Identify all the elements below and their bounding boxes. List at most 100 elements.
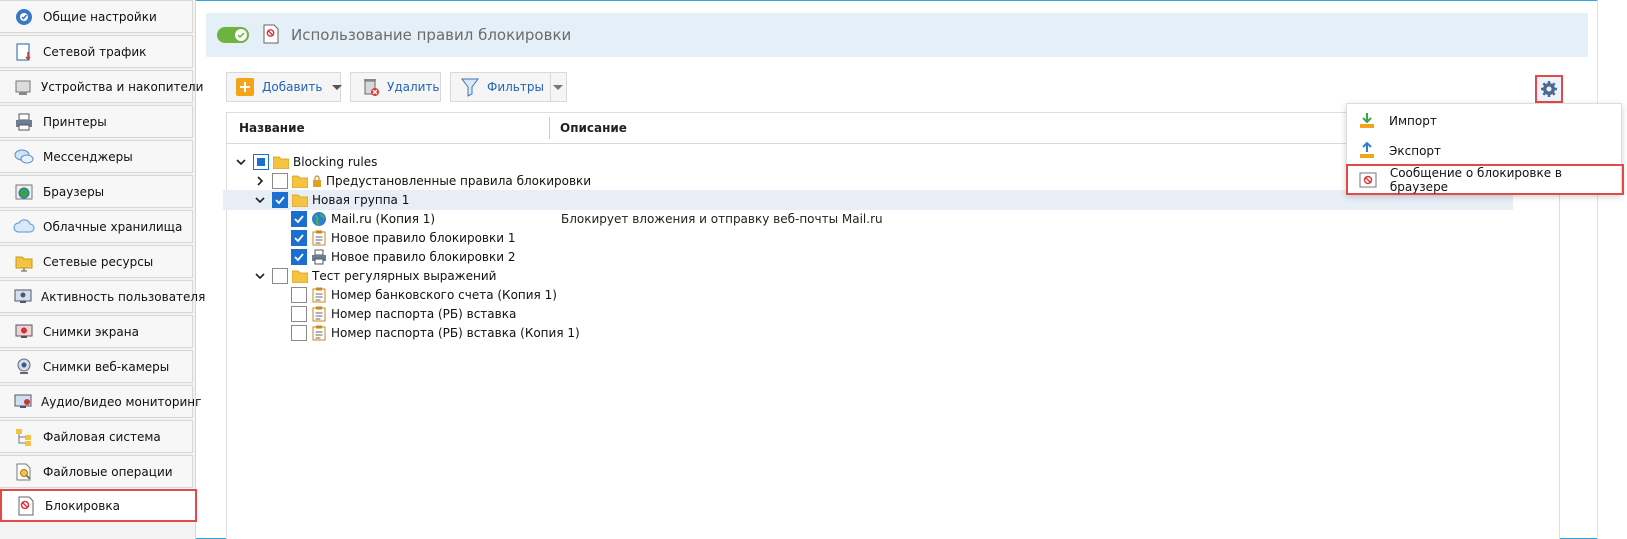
sidebar-item-browsers[interactable]: Браузеры [0, 175, 193, 208]
row-checkbox[interactable] [291, 325, 307, 341]
block-document-icon [15, 495, 37, 517]
block-message-icon [1358, 170, 1378, 190]
enable-toggle[interactable] [217, 27, 249, 43]
row-name: Номер паспорта (РБ) вставка (Копия 1) [331, 326, 580, 340]
row-checkbox[interactable] [291, 211, 307, 227]
sidebar-item-label: Снимки экрана [43, 324, 139, 339]
column-divider[interactable] [549, 117, 550, 139]
file-tree-icon [13, 426, 35, 448]
tree-row[interactable]: Mail.ru (Копия 1) Блокирует вложения и о… [227, 209, 1559, 229]
usb-device-icon [13, 76, 33, 98]
settings-menu: Импорт Экспорт Сообщение о блокировке в … [1346, 103, 1624, 195]
menu-item-label: Импорт [1389, 114, 1437, 128]
clipboard-icon [311, 306, 327, 322]
menu-item-export[interactable]: Экспорт [1347, 136, 1623, 166]
chevron-right-icon[interactable] [254, 175, 266, 187]
folder-icon [292, 173, 308, 189]
sidebar-item-screenshots[interactable]: Снимки экрана [0, 315, 193, 348]
settings-icon [13, 6, 35, 28]
tree-row[interactable]: Тест регулярных выражений [227, 266, 1559, 286]
folder-icon [292, 192, 308, 208]
network-traffic-icon [13, 41, 35, 63]
sidebar-item-user-activity[interactable]: Активность пользователя [0, 280, 205, 313]
row-name: Новое правило блокировки 2 [331, 250, 516, 264]
tree-row[interactable]: Новое правило блокировки 1 [227, 228, 1559, 248]
right-panel-edge [1597, 0, 1627, 539]
export-icon [1357, 141, 1377, 161]
globe-icon [311, 211, 327, 227]
import-icon [1357, 111, 1377, 131]
chevron-down-icon[interactable] [235, 156, 247, 168]
row-name: Номер банковского счета (Копия 1) [331, 288, 557, 302]
row-name: Новая группа 1 [312, 193, 410, 207]
trash-icon [361, 77, 381, 97]
row-checkbox[interactable] [291, 230, 307, 246]
filters-dropdown[interactable] [549, 73, 566, 101]
sidebar-item-av-monitoring[interactable]: Аудио/видео мониторинг [0, 385, 201, 418]
chevron-down-icon[interactable] [254, 194, 266, 206]
sidebar-item-file-operations[interactable]: Файловые операции [0, 455, 193, 488]
row-checkbox[interactable] [272, 173, 288, 189]
menu-item-import[interactable]: Импорт [1347, 106, 1623, 136]
sidebar-item-webcam[interactable]: Снимки веб-камеры [0, 350, 193, 383]
lock-icon [312, 173, 322, 189]
page-title: Использование правил блокировки [291, 26, 572, 44]
sidebar-item-printers[interactable]: Принтеры [0, 105, 193, 138]
row-name: Новое правило блокировки 1 [331, 231, 516, 245]
tree-row[interactable]: Новая группа 1 [223, 190, 1513, 210]
tree-row[interactable]: Новое правило блокировки 2 [227, 247, 1559, 267]
sidebar-item-file-system[interactable]: Файловая система [0, 420, 193, 453]
row-checkbox[interactable] [291, 249, 307, 265]
menu-item-label: Сообщение о блокировке в браузере [1389, 165, 1562, 194]
tree-row[interactable]: Номер банковского счета (Копия 1) [227, 285, 1559, 305]
settings-gear-button[interactable] [1535, 75, 1563, 103]
filter-funnel-icon [461, 77, 479, 97]
sidebar-item-label: Браузеры [43, 184, 105, 199]
sidebar-item-network-traffic[interactable]: Сетевой трафик [0, 35, 193, 68]
file-search-icon [13, 461, 35, 483]
sidebar-item-label: Принтеры [43, 114, 107, 129]
sidebar-item-label: Мессенджеры [43, 149, 133, 164]
webcam-icon [13, 356, 35, 378]
sidebar-item-cloud[interactable]: Облачные хранилища [0, 210, 193, 243]
plus-icon [236, 78, 254, 96]
row-name: Тест регулярных выражений [312, 269, 497, 283]
row-checkbox[interactable] [272, 268, 288, 284]
sidebar-item-network-resources[interactable]: Сетевые ресурсы [0, 245, 193, 278]
sidebar-item-label: Файловая система [43, 429, 161, 444]
sidebar-item-label: Активность пользователя [41, 289, 206, 304]
chat-bubbles-icon [13, 146, 35, 168]
network-folder-icon [13, 251, 35, 273]
rules-header: Использование правил блокировки [206, 13, 1588, 57]
menu-item-browser-block-message[interactable]: Сообщение о блокировке в браузере [1346, 164, 1624, 195]
tree-row[interactable]: Номер паспорта (РБ) вставка (Копия 1) [227, 323, 1559, 343]
sidebar-item-label: Сетевые ресурсы [43, 254, 154, 269]
sidebar-item-label: Аудио/видео мониторинг [41, 394, 202, 409]
filters-button[interactable]: Фильтры [450, 72, 567, 102]
chevron-down-icon [332, 84, 343, 90]
tree-row[interactable]: Номер паспорта (РБ) вставка [227, 304, 1559, 324]
row-checkbox[interactable] [253, 154, 269, 170]
row-checkbox[interactable] [272, 192, 288, 208]
delete-button-label: Удалить [387, 80, 440, 94]
column-header-description[interactable]: Описание [560, 121, 627, 135]
row-checkbox[interactable] [291, 306, 307, 322]
sidebar-item-devices[interactable]: Устройства и накопители [0, 70, 203, 103]
clipboard-icon [311, 287, 327, 303]
add-button-label: Добавить [262, 80, 323, 94]
clipboard-icon [311, 230, 327, 246]
add-button[interactable]: Добавить [226, 72, 343, 102]
sidebar-item-general-settings[interactable]: Общие настройки [0, 0, 193, 33]
row-checkbox[interactable] [291, 287, 307, 303]
row-description: Блокирует вложения и отправку веб-почты … [561, 212, 883, 226]
clipboard-icon [311, 325, 327, 341]
user-activity-icon [13, 286, 33, 308]
delete-button[interactable]: Удалить [350, 72, 441, 102]
chevron-down-icon[interactable] [254, 270, 266, 282]
sidebar-item-messengers[interactable]: Мессенджеры [0, 140, 193, 173]
column-header-name[interactable]: Название [239, 121, 305, 135]
sidebar-item-label: Общие настройки [43, 9, 157, 24]
browser-globe-icon [13, 181, 35, 203]
sidebar-item-blocking[interactable]: Блокировка [0, 489, 197, 522]
block-document-icon [263, 24, 279, 47]
